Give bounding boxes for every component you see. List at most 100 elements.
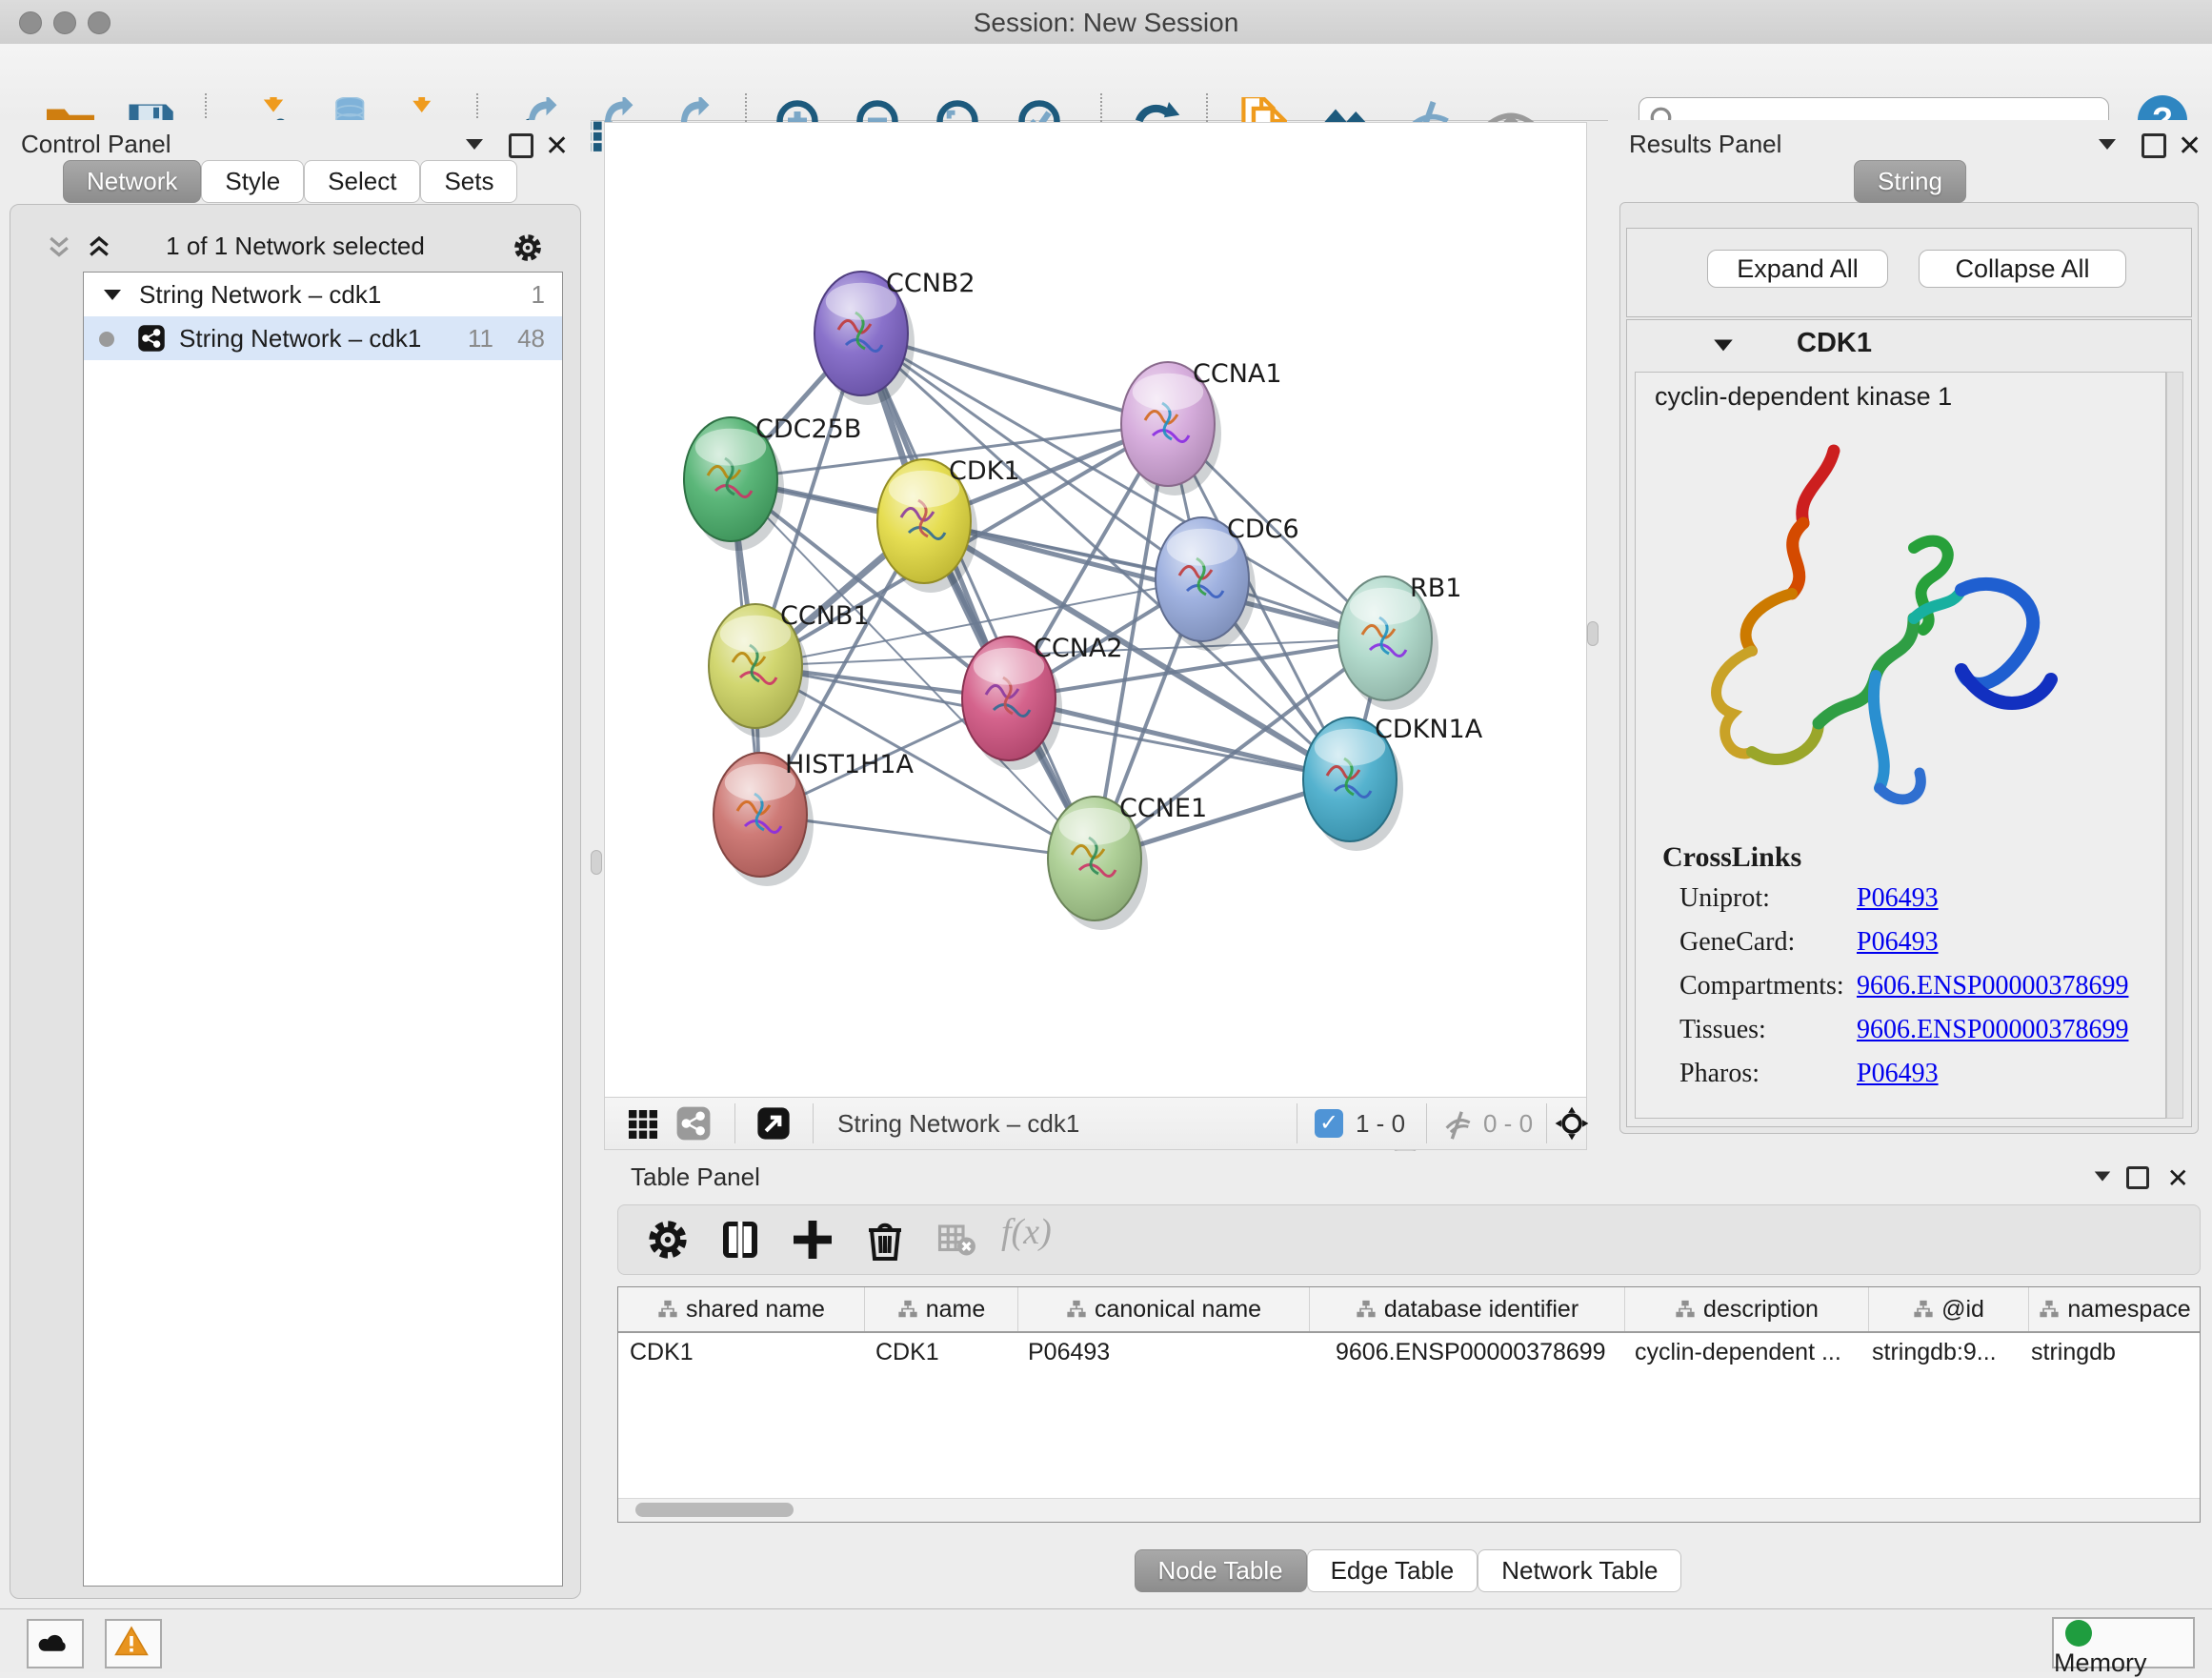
- crosslink-label: GeneCard:: [1679, 927, 1795, 958]
- results-panel-title: Results Panel: [1629, 130, 1781, 159]
- crosslink-label: Compartments:: [1679, 971, 1844, 1001]
- panel-float-icon[interactable]: [2142, 133, 2166, 158]
- column-header[interactable]: canonical name: [1018, 1287, 1310, 1331]
- cell-description[interactable]: cyclin-dependent ...: [1621, 1333, 1864, 1375]
- network-options-gear-icon[interactable]: [512, 232, 544, 264]
- table-header-row: shared name name canonical name database…: [618, 1287, 2200, 1333]
- tab-node-table[interactable]: Node Table: [1135, 1549, 1307, 1592]
- crosslink-link[interactable]: P06493: [1857, 927, 1939, 958]
- panel-close-icon[interactable]: ✕: [2167, 1162, 2189, 1194]
- gene-details: cyclin-dependent kinase 1: [1635, 372, 2166, 1119]
- network-node-CCNE1: CCNE1: [1048, 794, 1207, 930]
- cell-name[interactable]: CDK1: [864, 1333, 1016, 1375]
- svg-text:CCNA2: CCNA2: [1034, 634, 1123, 663]
- left-splitter-handle[interactable]: [591, 850, 602, 875]
- string-network-graph[interactable]: CCNB2CCNA1CDC25BCDK1CDC6RB1CCNB1CCNA2CDK…: [605, 123, 1586, 1097]
- cell-canonical-name[interactable]: P06493: [1016, 1333, 1307, 1375]
- collection-disclosure-icon[interactable]: [101, 284, 124, 307]
- show-columns-icon[interactable]: [717, 1217, 763, 1263]
- tab-network[interactable]: Network: [63, 160, 201, 203]
- svg-text:RB1: RB1: [1410, 574, 1461, 603]
- memory-button[interactable]: Memory: [2052, 1617, 2195, 1668]
- warning-icon: [112, 1625, 151, 1659]
- svg-text:CDKN1A: CDKN1A: [1375, 715, 1483, 744]
- tab-style[interactable]: Style: [201, 160, 304, 203]
- crosslink-link[interactable]: 9606.ENSP00000378699: [1857, 971, 2128, 1001]
- column-header[interactable]: database identifier: [1310, 1287, 1625, 1331]
- cell-namespace[interactable]: stringdb: [2023, 1333, 2201, 1375]
- gene-description: cyclin-dependent kinase 1: [1655, 382, 1952, 412]
- birds-eye-view-icon[interactable]: [1554, 1105, 1590, 1142]
- network-label: String Network – cdk1: [179, 324, 421, 354]
- network-canvas[interactable]: CCNB2CCNA1CDC25BCDK1CDC6RB1CCNB1CCNA2CDK…: [604, 122, 1587, 1098]
- column-header[interactable]: description: [1625, 1287, 1869, 1331]
- control-panel: Control Panel ✕ NetworkStyleSelectSets 1…: [0, 120, 591, 1608]
- network-node-CDKN1A: CDKN1A: [1303, 715, 1483, 851]
- network-node-count: 11: [468, 324, 493, 354]
- crosslink-link[interactable]: P06493: [1857, 1059, 1939, 1089]
- selected-node-edge-counts: 1 - 0: [1356, 1109, 1405, 1139]
- panel-close-icon[interactable]: ✕: [2178, 130, 2202, 163]
- tab-edge-table[interactable]: Edge Table: [1307, 1549, 1478, 1592]
- detach-view-icon[interactable]: [755, 1105, 792, 1142]
- panel-menu-icon[interactable]: [2096, 133, 2119, 156]
- table-toolbar: f(x): [617, 1204, 2201, 1275]
- column-type-icon: [1913, 1299, 1934, 1320]
- control-panel-tabs: NetworkStyleSelectSets: [63, 160, 517, 203]
- svg-text:CDC6: CDC6: [1227, 515, 1299, 544]
- panel-menu-icon[interactable]: [2092, 1166, 2113, 1187]
- warnings-button[interactable]: [105, 1619, 162, 1668]
- collection-count: 1: [532, 280, 545, 310]
- table-horizontal-scrollbar[interactable]: [618, 1498, 2200, 1522]
- cloud-status-button[interactable]: [27, 1619, 84, 1668]
- hidden-eye-icon: [1441, 1109, 1474, 1142]
- results-scrollbar[interactable]: [2166, 372, 2183, 1119]
- crosslink-link[interactable]: P06493: [1857, 883, 1939, 914]
- gene-section-header[interactable]: CDK1: [1627, 320, 2191, 370]
- cell-id[interactable]: stringdb:9...: [1864, 1333, 2023, 1375]
- column-header[interactable]: name: [865, 1287, 1018, 1331]
- scrollbar-thumb[interactable]: [635, 1503, 794, 1517]
- collapse-all-button[interactable]: Collapse All: [1919, 250, 2126, 288]
- main-toolbar: ?: [0, 44, 2212, 121]
- network-view-icon[interactable]: [675, 1105, 712, 1142]
- node-table[interactable]: shared name name canonical name database…: [617, 1286, 2201, 1523]
- tab-network-table[interactable]: Network Table: [1478, 1549, 1681, 1592]
- crosslink-link[interactable]: 9606.ENSP00000378699: [1857, 1015, 2128, 1045]
- panel-menu-icon[interactable]: [463, 133, 486, 156]
- column-type-icon: [657, 1299, 678, 1320]
- string-results-content: Expand All Collapse All CDK1 cyclin-depe…: [1619, 202, 2199, 1134]
- network-row-selected[interactable]: String Network – cdk1 11 48: [84, 316, 562, 360]
- control-panel-title: Control Panel: [21, 130, 171, 159]
- gene-disclosure-icon[interactable]: [1711, 334, 1736, 358]
- panel-float-icon[interactable]: [2126, 1166, 2149, 1189]
- selected-checkbox-icon[interactable]: ✓: [1315, 1109, 1343, 1138]
- network-collection-row[interactable]: String Network – cdk1 1: [84, 273, 562, 316]
- expand-all-button[interactable]: Expand All: [1707, 250, 1888, 288]
- table-row[interactable]: CDK1 CDK1 P06493 9606.ENSP00000378699 cy…: [618, 1333, 2200, 1375]
- svg-text:CCNB2: CCNB2: [886, 269, 975, 298]
- create-column-icon[interactable]: [790, 1217, 835, 1263]
- panel-close-icon[interactable]: ✕: [545, 130, 569, 163]
- right-splitter-handle[interactable]: [1587, 621, 1599, 646]
- delete-column-trash-icon[interactable]: [862, 1217, 908, 1263]
- current-network-name: String Network – cdk1: [837, 1109, 1079, 1139]
- column-header[interactable]: shared name: [618, 1287, 865, 1331]
- tab-string[interactable]: String: [1854, 160, 1966, 203]
- grid-view-icon[interactable]: [626, 1107, 660, 1142]
- expand-collapse-bar: Expand All Collapse All: [1626, 228, 2192, 317]
- table-options-gear-icon[interactable]: [645, 1217, 691, 1263]
- network-node-CDC6: CDC6: [1156, 515, 1299, 651]
- hidden-node-edge-counts: 0 - 0: [1483, 1109, 1533, 1139]
- column-header[interactable]: @id: [1869, 1287, 2029, 1331]
- memory-status-dot: [2065, 1620, 2092, 1647]
- svg-text:CCNB1: CCNB1: [780, 601, 870, 631]
- tab-select[interactable]: Select: [304, 160, 420, 203]
- tab-sets[interactable]: Sets: [420, 160, 517, 203]
- network-selection-summary: 1 of 1 Network selected: [22, 232, 569, 261]
- cell-shared-name[interactable]: CDK1: [618, 1333, 864, 1375]
- cell-database-identifier[interactable]: 9606.ENSP00000378699: [1307, 1333, 1621, 1375]
- column-header[interactable]: namespace: [2029, 1287, 2201, 1331]
- panel-float-icon[interactable]: [509, 133, 533, 158]
- crosslink-label: Pharos:: [1679, 1059, 1760, 1089]
